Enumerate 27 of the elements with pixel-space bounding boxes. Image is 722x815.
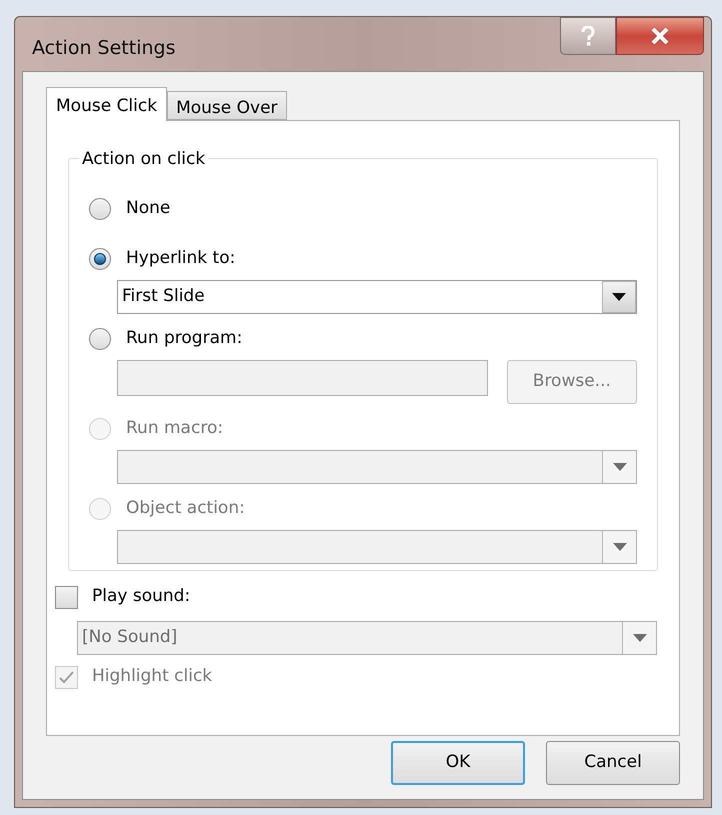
checkbox-label: Play sound: <box>92 585 190 608</box>
dropdown-arrow-icon <box>612 463 626 471</box>
checkbox-label: Highlight click <box>92 665 212 688</box>
option-label: Hyperlink to: <box>126 247 236 270</box>
radio-button[interactable] <box>89 328 111 350</box>
option-label: Run macro: <box>126 417 224 440</box>
close-icon <box>651 28 669 44</box>
check-icon <box>59 670 74 684</box>
help-button[interactable] <box>560 17 616 55</box>
text-field[interactable] <box>117 360 488 396</box>
option-label: None <box>126 197 170 220</box>
radio-button[interactable] <box>89 248 111 270</box>
checkbox[interactable] <box>55 586 78 608</box>
close-button[interactable] <box>616 17 704 55</box>
option-label: Run program: <box>126 327 242 350</box>
radio-button[interactable] <box>89 198 111 220</box>
tab[interactable]: Mouse Click <box>46 87 168 121</box>
dropdown-arrow-icon <box>612 543 626 551</box>
tab[interactable]: Mouse Over <box>167 91 287 120</box>
option-label: Object action: <box>126 497 245 520</box>
help-icon <box>581 26 595 46</box>
dropdown-arrow-icon <box>612 293 626 301</box>
dropdown[interactable]: First Slide <box>117 280 637 314</box>
dialog-button[interactable]: Cancel <box>546 741 680 785</box>
dropdown-arrow-icon <box>632 634 646 642</box>
window-title: Action Settings <box>32 36 176 61</box>
dialog-button[interactable]: OK <box>391 741 525 785</box>
